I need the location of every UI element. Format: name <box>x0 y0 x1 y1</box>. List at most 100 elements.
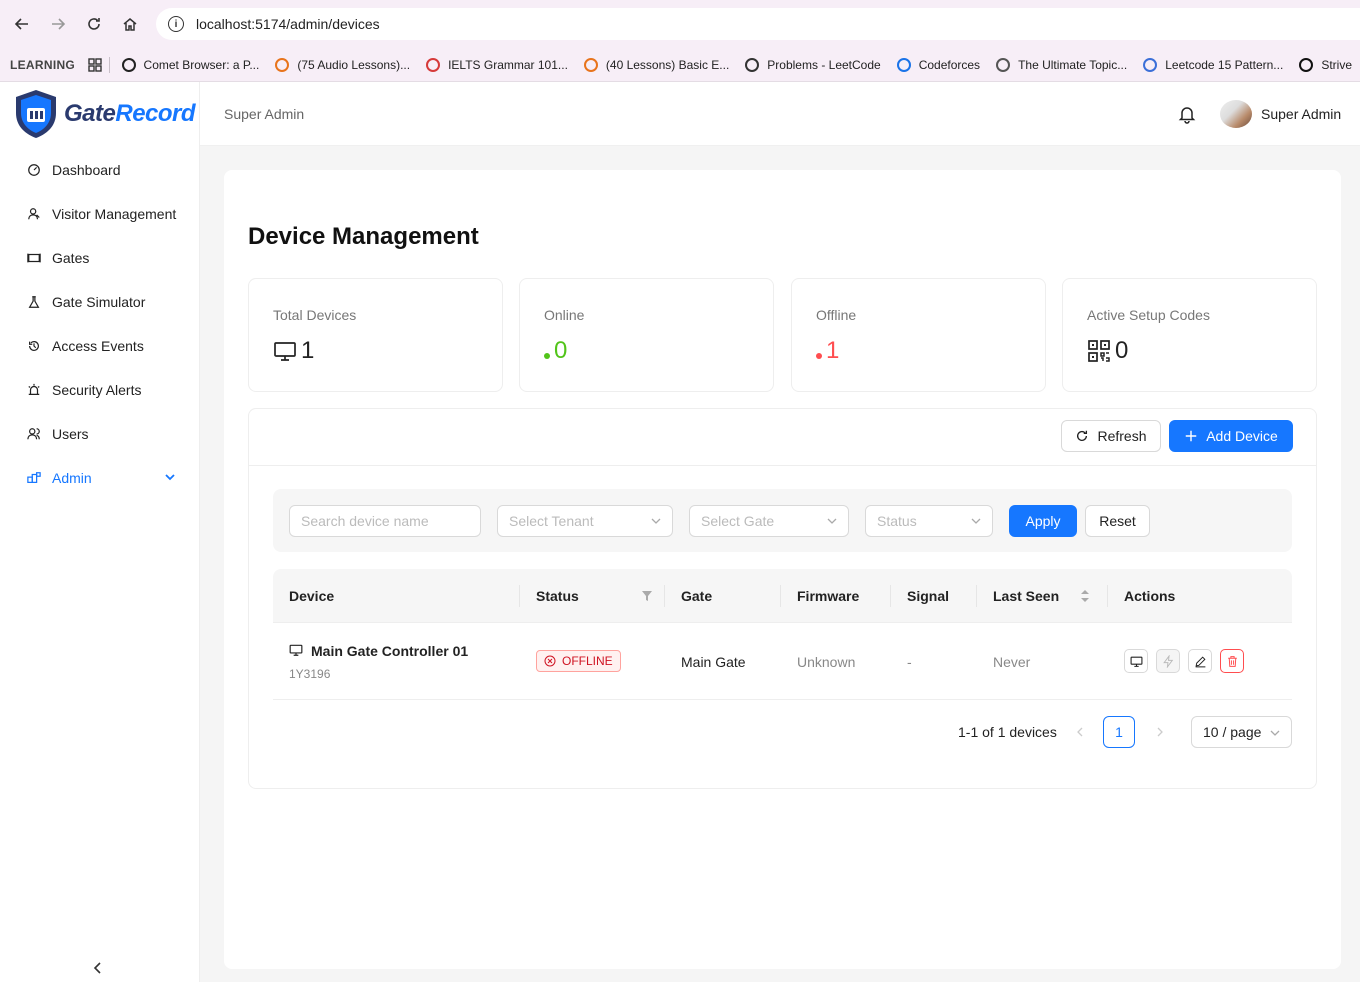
reload-button[interactable] <box>76 6 112 42</box>
stat-label: Offline <box>816 307 857 323</box>
prev-page-button[interactable] <box>1073 716 1087 748</box>
device-signal: - <box>907 654 912 670</box>
sidebar-item-gates[interactable]: Gates <box>0 236 199 280</box>
search-input[interactable]: Search device name <box>289 505 481 537</box>
bookmark-item[interactable]: Strive <box>1291 53 1360 77</box>
tenant-select[interactable]: Select Tenant <box>497 505 673 537</box>
next-page-button[interactable] <box>1153 716 1167 748</box>
table-row[interactable]: Main Gate Controller 01 1Y3196 OFFLINE M… <box>273 623 1292 700</box>
column-header-last-seen[interactable]: Last Seen <box>993 588 1059 604</box>
page-size-select[interactable]: 10 / page <box>1191 716 1292 748</box>
trigger-device-button[interactable] <box>1156 649 1180 673</box>
status-select[interactable]: Status <box>865 505 993 537</box>
history-icon <box>26 338 42 354</box>
notifications-button[interactable] <box>1177 104 1197 124</box>
apply-button[interactable]: Apply <box>1009 505 1077 537</box>
close-circle-icon <box>544 655 556 667</box>
qrcode-icon <box>1088 340 1110 362</box>
app-header: Super Admin Super Admin <box>200 82 1360 146</box>
device-name: Main Gate Controller 01 <box>311 643 469 659</box>
dashboard-icon <box>26 162 42 178</box>
sidebar-item-label: Dashboard <box>52 162 121 178</box>
bookmark-favicon-icon <box>1299 57 1314 72</box>
page-number-button[interactable]: 1 <box>1103 716 1135 748</box>
sidebar-item-visitor-management[interactable]: Visitor Management <box>0 192 199 236</box>
forward-button[interactable] <box>40 6 76 42</box>
back-button[interactable] <box>4 6 40 42</box>
column-header-signal[interactable]: Signal <box>907 588 949 604</box>
thunderbolt-icon <box>1162 654 1173 668</box>
refresh-button[interactable]: Refresh <box>1061 420 1161 452</box>
sidebar-item-users[interactable]: Users <box>0 412 199 456</box>
bookmark-item[interactable]: (75 Audio Lessons)... <box>267 53 418 77</box>
home-button[interactable] <box>112 6 148 42</box>
stat-label: Active Setup Codes <box>1087 307 1210 323</box>
bookmark-separator <box>108 56 110 73</box>
collapse-sidebar-button[interactable] <box>90 960 110 980</box>
sidebar-item-dashboard[interactable]: Dashboard <box>0 148 199 192</box>
arrow-right-icon <box>52 18 66 30</box>
device-firmware: Unknown <box>797 654 856 670</box>
bookmark-label: Problems - LeetCode <box>767 57 881 72</box>
chevron-down-icon <box>971 518 981 524</box>
bookmark-list: Comet Browser: a P... (75 Audio Lessons).… <box>114 53 1360 77</box>
status-badge: OFFLINE <box>536 650 621 672</box>
bookmark-favicon-icon <box>275 57 290 72</box>
bookmark-label: Strive <box>1321 57 1352 72</box>
bookmark-item[interactable]: (40 Lessons) Basic E... <box>576 53 737 77</box>
sidebar-item-security-alerts[interactable]: Security Alerts <box>0 368 199 412</box>
url-text: localhost:5174/admin/devices <box>196 16 380 32</box>
edit-device-button[interactable] <box>1188 649 1212 673</box>
pagination-summary: 1-1 of 1 devices <box>958 724 1057 740</box>
bookmark-favicon-icon <box>121 57 136 72</box>
chevron-left-icon <box>93 962 101 974</box>
bookmark-favicon-icon <box>896 57 911 72</box>
gate-select[interactable]: Select Gate <box>689 505 849 537</box>
address-bar[interactable]: i localhost:5174/admin/devices <box>156 8 1360 40</box>
bookmark-item[interactable]: Comet Browser: a P... <box>114 53 268 77</box>
filter-bar: Search device name Select Tenant Select … <box>273 489 1292 552</box>
bookmark-label: (40 Lessons) Basic E... <box>605 57 730 72</box>
app-logo[interactable]: GateRecord <box>0 82 199 146</box>
add-device-button[interactable]: Add Device <box>1169 420 1293 452</box>
chevron-down-icon <box>1270 730 1280 736</box>
avatar[interactable] <box>1220 100 1252 128</box>
delete-device-button[interactable] <box>1220 649 1244 673</box>
bookmark-item[interactable]: IELTS Grammar 101... <box>418 53 576 77</box>
reset-button[interactable]: Reset <box>1085 505 1150 537</box>
devices-panel: Refresh Add Device Search device name Se… <box>248 408 1317 789</box>
column-header-device[interactable]: Device <box>289 588 334 604</box>
sidebar-menu: Dashboard Visitor Management Gates Gate Sim… <box>0 148 199 500</box>
apps-grid-icon[interactable] <box>85 53 105 77</box>
bookmark-item[interactable]: The Ultimate Topic... <box>988 53 1135 77</box>
trash-icon <box>1227 655 1237 667</box>
bookmark-label: (75 Audio Lessons)... <box>297 57 411 72</box>
bookmark-item[interactable]: Codeforces <box>889 53 988 77</box>
column-divider <box>519 585 520 607</box>
sidebar-item-access-events[interactable]: Access Events <box>0 324 199 368</box>
bookmark-label: Leetcode 15 Pattern... <box>1165 57 1284 72</box>
sidebar-item-admin[interactable]: Admin <box>0 456 199 500</box>
bookmark-favicon-icon <box>426 57 441 72</box>
chevron-left-icon <box>1077 727 1083 737</box>
reload-icon <box>88 18 100 30</box>
bookmark-item[interactable]: Leetcode 15 Pattern... <box>1135 53 1291 77</box>
bookmark-item[interactable]: Problems - LeetCode <box>737 53 888 77</box>
main-content: Device Management Total Devices 1 Online… <box>224 170 1341 969</box>
sort-icon[interactable] <box>1080 589 1090 603</box>
sidebar-item-gate-simulator[interactable]: Gate Simulator <box>0 280 199 324</box>
alarm-icon <box>26 382 42 398</box>
user-name[interactable]: Super Admin <box>1261 106 1341 122</box>
column-header-status[interactable]: Status <box>536 588 579 604</box>
column-header-gate[interactable]: Gate <box>681 588 712 604</box>
column-divider <box>1107 585 1108 607</box>
chevron-down-icon <box>163 470 177 484</box>
filter-icon[interactable] <box>641 590 653 602</box>
site-info-icon[interactable]: i <box>168 16 184 32</box>
view-device-button[interactable] <box>1124 649 1148 673</box>
column-header-firmware[interactable]: Firmware <box>797 588 859 604</box>
bookmark-label: Codeforces <box>918 57 981 72</box>
bookmark-folder-learning[interactable]: LEARNING <box>0 58 85 72</box>
stat-value: 0 <box>544 337 567 365</box>
chevron-down-icon <box>827 518 837 524</box>
